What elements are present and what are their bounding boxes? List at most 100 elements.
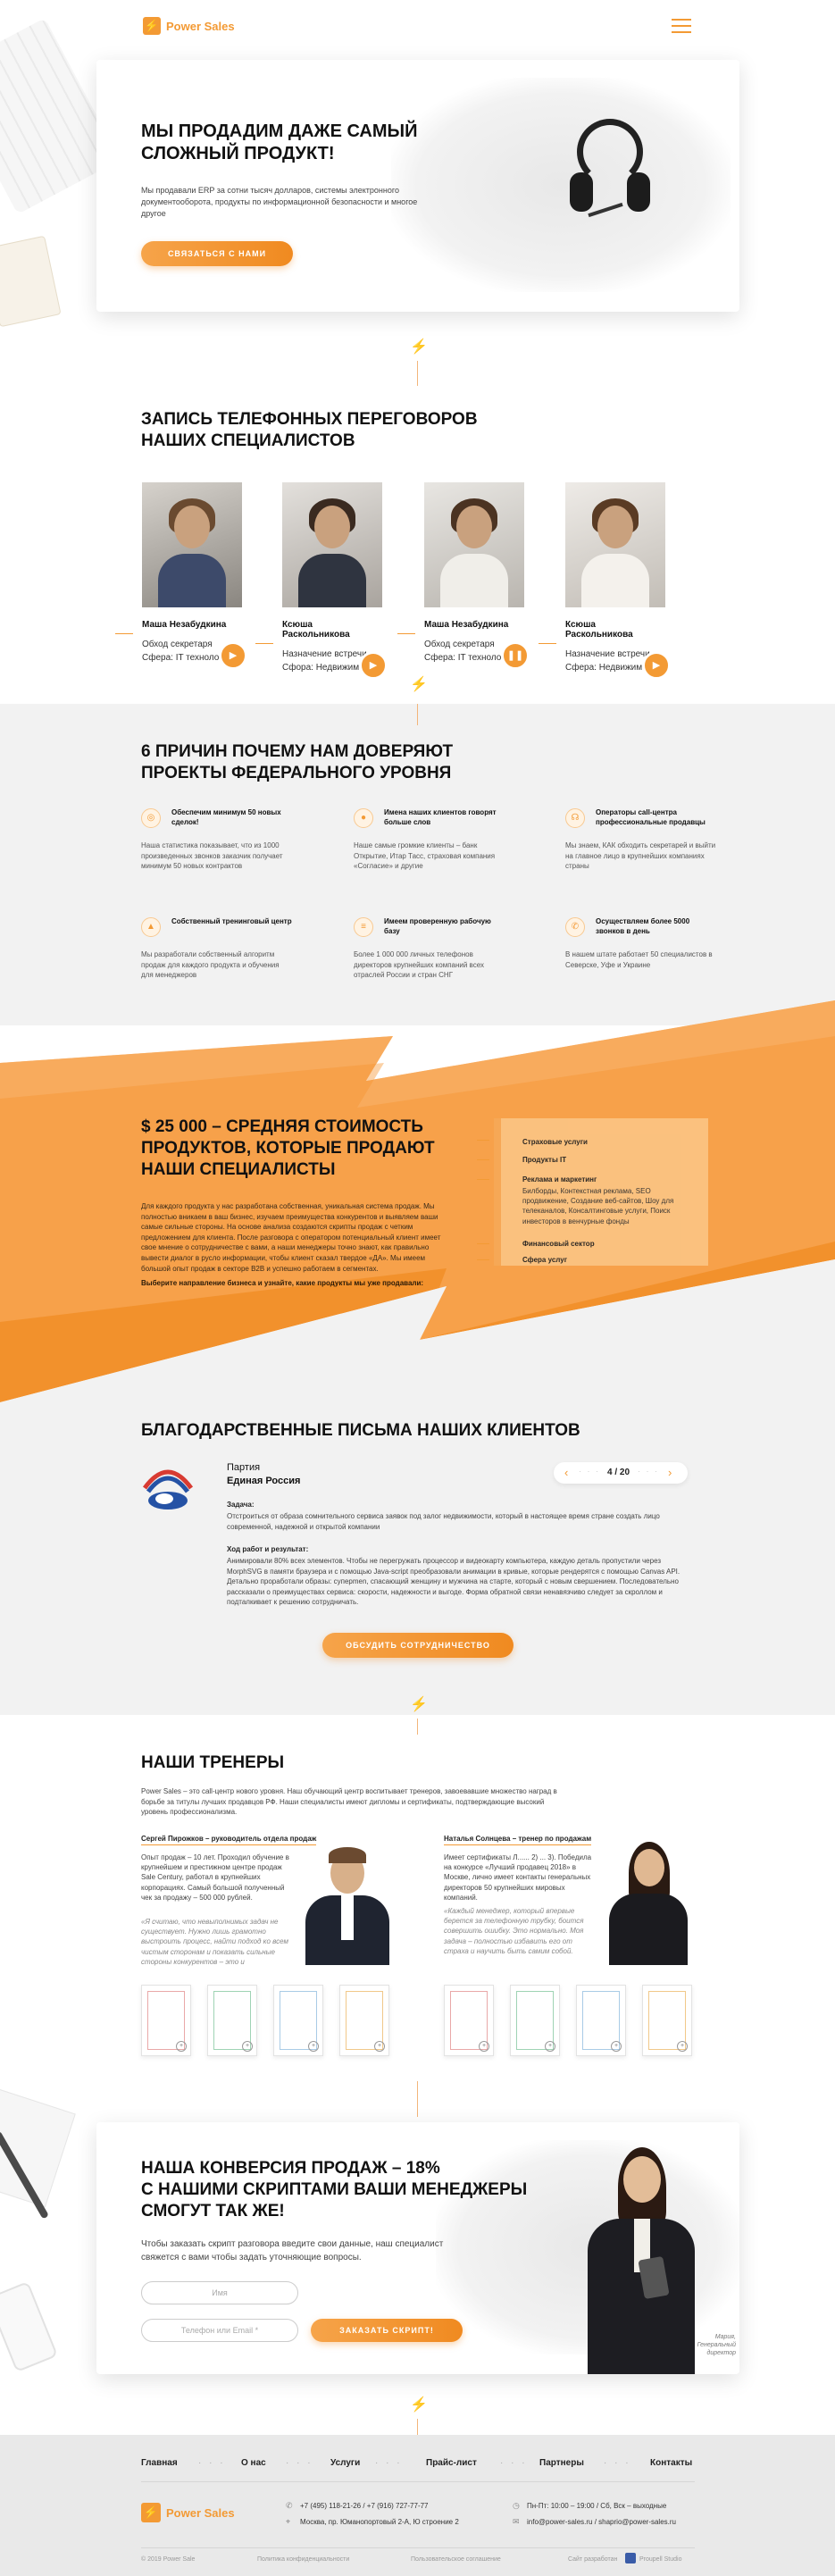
- trainer-quote: «Каждый менеджер, который впервые беретс…: [444, 1907, 584, 1955]
- certificate-thumb[interactable]: +: [642, 1985, 692, 2056]
- category-marketing[interactable]: Реклама и маркетинг: [522, 1175, 597, 1183]
- headset-icon: ☊: [565, 808, 585, 828]
- footer-nav-prices[interactable]: Прайс-лист: [426, 2458, 477, 2468]
- reasons-title: 6 ПРИЧИН ПОЧЕМУ НАМ ДОВЕРЯЮТ ПРОЕКТЫ ФЕД…: [141, 742, 454, 782]
- conversion-title: НАША КОНВЕРСИЯ ПРОДАЖ – 18% С НАШИМИ СКР…: [141, 2159, 528, 2221]
- zoom-icon[interactable]: +: [308, 2041, 319, 2052]
- divider-bolt-icon: ⚡: [410, 677, 428, 692]
- reason-item: ◎ Обеспечим минимум 50 новых сделок! Наш…: [141, 808, 283, 871]
- recording-card[interactable]: ▶ Ксюша Раскольникова Назначение встречи…: [539, 482, 671, 680]
- conversion-text: Чтобы заказать скрипт разговора введите …: [141, 2239, 444, 2262]
- footer-emails[interactable]: info@power-sales.ru / shaprio@power-sale…: [527, 2518, 676, 2526]
- logo[interactable]: ⚡ Power Sales: [143, 16, 235, 36]
- prev-arrow-icon[interactable]: ‹: [564, 1466, 568, 1479]
- zoom-icon[interactable]: +: [479, 2041, 489, 2052]
- operator-name: Маша Незабудкина: [142, 620, 227, 630]
- footer-nav-services[interactable]: Услуги: [330, 2458, 360, 2468]
- zoom-icon[interactable]: +: [374, 2041, 385, 2052]
- operator-name: Ксюша Раскольникова: [282, 620, 350, 640]
- logo-text: Power Sales: [166, 2505, 235, 2520]
- agreement-link[interactable]: Пользовательское соглашение: [411, 2556, 501, 2563]
- logo-text: Power Sales: [166, 19, 235, 33]
- pause-icon[interactable]: ❚❚: [501, 641, 530, 670]
- recordings-title: ЗАПИСЬ ТЕЛЕФОННЫХ ПЕРЕГОВОРОВ НАШИХ СПЕЦ…: [141, 410, 478, 450]
- hero-text: Мы продавали ERP за сотни тысяч долларов…: [141, 186, 418, 219]
- certificate-thumb[interactable]: +: [510, 1985, 560, 2056]
- menu-hamburger-icon[interactable]: [672, 19, 691, 33]
- certificate-thumb[interactable]: +: [444, 1985, 494, 2056]
- divider-line: [417, 1719, 418, 1735]
- operator-name: Маша Незабудкина: [424, 620, 509, 630]
- notebook-decoration: [0, 235, 62, 328]
- trainer-text: Имеет сертификаты Л...... 2) ... 3). Поб…: [444, 1853, 592, 1902]
- footer-nav-home[interactable]: Главная: [141, 2458, 178, 2468]
- paper-decoration: [0, 2088, 76, 2208]
- footer-phones[interactable]: +7 (495) 118-21-26 / +7 (916) 727-77-77: [300, 2502, 429, 2510]
- hero-card: МЫ ПРОДАДИМ ДАЖЕ САМЫЙ СЛОЖНЫЙ ПРОДУКТ! …: [96, 60, 739, 312]
- category-marketing-desc: Билборды, Контекстная реклама, SEO продв…: [522, 1187, 674, 1225]
- category-services[interactable]: Сфера услуг: [522, 1256, 567, 1264]
- zoom-icon[interactable]: +: [242, 2041, 253, 2052]
- director-photo: [579, 2140, 704, 2374]
- products-text: Для каждого продукта у нас разработана с…: [141, 1202, 441, 1273]
- trainer-name: Наталья Солнцева – тренер по продажам: [444, 1835, 592, 1845]
- recording-card[interactable]: ❚❚ Маша Незабудкина Обход секретаря Сфер…: [397, 482, 530, 670]
- letters-pager: ‹ · · · 4 / 20 · · · ›: [554, 1462, 688, 1484]
- play-icon[interactable]: ▶: [219, 641, 247, 670]
- director-caption: Мария, Генеральный директор: [697, 2334, 736, 2357]
- certificate-thumb[interactable]: +: [207, 1985, 257, 2056]
- discuss-button[interactable]: ОБСУДИТЬ СОТРУДНИЧЕСТВО: [322, 1633, 514, 1658]
- client-name: Партия Единая Россия: [227, 1462, 301, 1487]
- category-it[interactable]: Продукты IT: [522, 1156, 566, 1164]
- zoom-icon[interactable]: +: [677, 2041, 688, 2052]
- certificate-thumb[interactable]: +: [141, 1985, 191, 2056]
- category-insurance[interactable]: Страховые услуги: [522, 1138, 588, 1146]
- certificate-thumb[interactable]: +: [339, 1985, 389, 2056]
- certificate-thumb[interactable]: +: [576, 1985, 626, 2056]
- privacy-link[interactable]: Политика конфиденциальности: [257, 2556, 349, 2563]
- task-label: Задача:: [227, 1501, 255, 1509]
- hero-title: МЫ ПРОДАДИМ ДАЖЕ САМЫЙ СЛОЖНЫЙ ПРОДУКТ!: [141, 121, 418, 163]
- pager-dots-right: · · ·: [638, 1467, 659, 1476]
- reason-item: ✆ Осуществляем более 5000 звонков в день…: [565, 917, 713, 969]
- task-text: Отстроиться от образа сомнительного серв…: [227, 1512, 660, 1531]
- trainer-text: Опыт продаж – 10 лет. Проходил обучение …: [141, 1853, 289, 1902]
- category-finance[interactable]: Финансовый сектор: [522, 1240, 595, 1248]
- order-script-button[interactable]: ЗАКАЗАТЬ СКРИПТ!: [311, 2319, 463, 2342]
- play-icon[interactable]: ▶: [359, 651, 388, 680]
- location-icon: ⌖: [286, 2517, 291, 2526]
- zoom-icon[interactable]: +: [545, 2041, 555, 2052]
- pager-count: 4 / 20: [607, 1468, 630, 1477]
- progress-text: Анимировали 80% всех элементов. Чтобы не…: [227, 1557, 681, 1607]
- next-arrow-icon[interactable]: ›: [668, 1466, 672, 1479]
- contact-us-button[interactable]: СВЯЗАТЬСЯ С НАМИ: [141, 241, 293, 266]
- products-cta: Выберите направление бизнеса и узнайте, …: [141, 1279, 424, 1287]
- progress-label: Ход работ и результат:: [227, 1545, 309, 1553]
- contact-input[interactable]: Телефон или Email *: [141, 2319, 298, 2342]
- trainer-quote: «Я считаю, что невыполнимых задач не сущ…: [141, 1918, 288, 1966]
- pager-dots-left: · · ·: [579, 1467, 600, 1476]
- operator-photo: [142, 482, 242, 607]
- phone-decoration: [0, 2280, 59, 2373]
- footer-nav-about[interactable]: О нас: [241, 2458, 266, 2468]
- studio-link[interactable]: Proupell Studio: [639, 2556, 681, 2563]
- recording-card[interactable]: ▶ Ксюша Раскольникова Назначение встречи…: [255, 482, 388, 680]
- footer-logo[interactable]: ⚡ Power Sales: [141, 2503, 235, 2522]
- name-input[interactable]: Имя: [141, 2281, 298, 2304]
- footer-divider: [141, 2481, 695, 2482]
- logo-mark-icon: ⚡: [143, 17, 161, 35]
- zoom-icon[interactable]: +: [176, 2041, 187, 2052]
- target-icon: ◎: [141, 808, 161, 828]
- divider-bolt-icon: ⚡: [410, 1697, 428, 1712]
- operator-photo: [424, 482, 524, 607]
- certificate-thumb[interactable]: +: [273, 1985, 323, 2056]
- recording-card[interactable]: ▶ Маша Незабудкина Обход секретаря Сфера…: [115, 482, 247, 670]
- footer-nav-partners[interactable]: Партнеры: [539, 2458, 584, 2468]
- studio-logo-icon: [625, 2553, 636, 2563]
- footer-nav-contacts[interactable]: Контакты: [650, 2458, 692, 2468]
- trainer-photo: [298, 1845, 397, 1965]
- zoom-icon[interactable]: +: [611, 2041, 622, 2052]
- client-logo: [141, 1461, 195, 1511]
- play-icon[interactable]: ▶: [642, 651, 671, 680]
- products-title: $ 25 000 – СРЕДНЯЯ СТОИМОСТЬ ПРОДУКТОВ, …: [141, 1117, 435, 1179]
